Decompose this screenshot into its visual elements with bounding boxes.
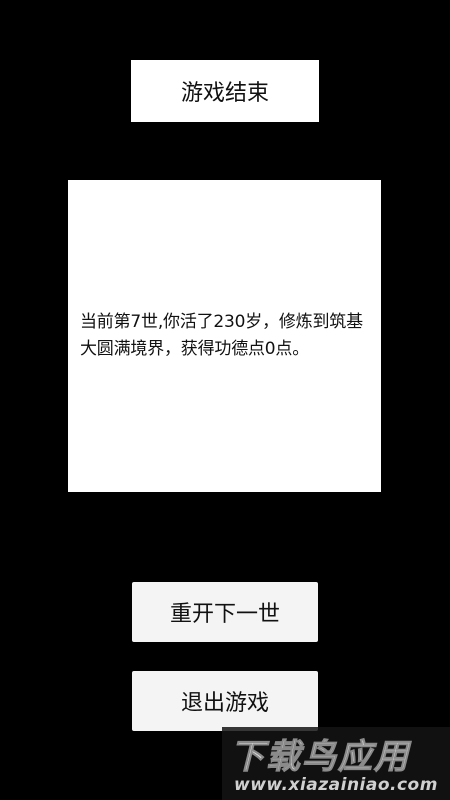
quit-game-button[interactable]: 退出游戏 — [132, 671, 318, 731]
restart-next-life-label: 重开下一世 — [169, 602, 280, 627]
restart-next-life-button[interactable]: 重开下一世 — [132, 582, 318, 642]
game-over-title-text: 游戏结束 — [180, 81, 269, 106]
game-over-title: 游戏结束 — [131, 60, 319, 122]
result-message-panel: 当前第7世,你活了230岁，修炼到筑基大圆满境界，获得功德点0点。 — [68, 180, 381, 492]
watermark-logo: 下载鸟应用 www.xiazainiao.com — [222, 727, 450, 800]
quit-game-label: 退出游戏 — [180, 691, 269, 716]
result-message-text: 当前第7世,你活了230岁，修炼到筑基大圆满境界，获得功德点0点。 — [80, 312, 363, 359]
watermark-brand: 下载鸟应用 — [230, 737, 410, 778]
watermark-url: www.xiazainiao.com — [234, 775, 438, 795]
